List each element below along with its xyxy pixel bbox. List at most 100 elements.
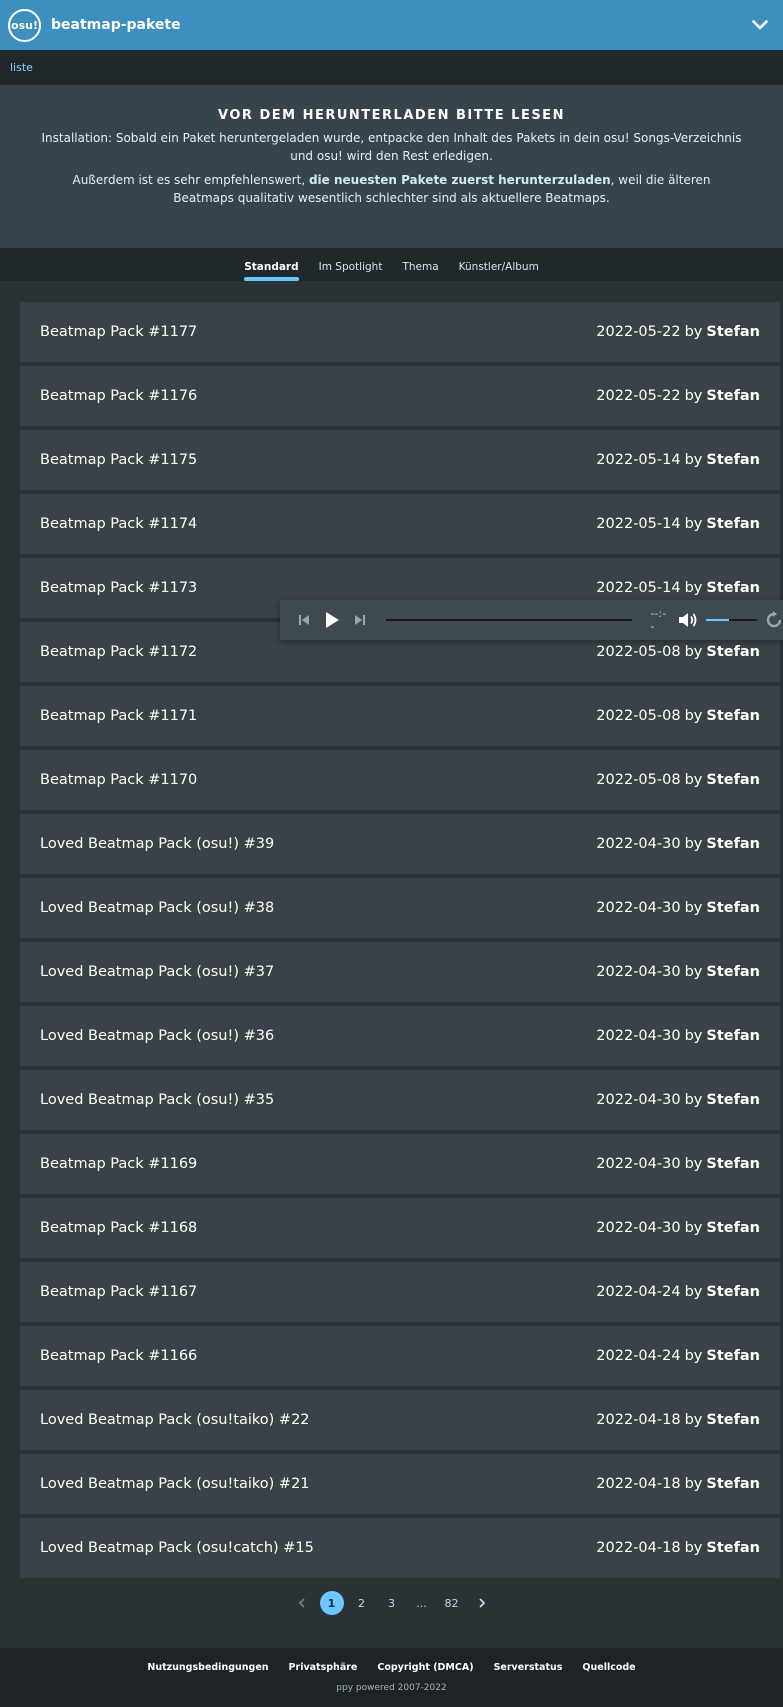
- pack-author[interactable]: Stefan: [706, 1092, 760, 1108]
- footer: Nutzungsbedingungen Privatsphäre Copyright…: [0, 1648, 783, 1707]
- pack-row[interactable]: Beatmap Pack #1176 2022-05-22 by Stefan: [20, 366, 780, 426]
- pack-meta: 2022-04-24 by Stefan: [596, 1348, 760, 1364]
- pack-by: by: [684, 1476, 703, 1492]
- play-icon[interactable]: [324, 611, 340, 629]
- pack-author[interactable]: Stefan: [706, 580, 760, 596]
- pack-by: by: [684, 452, 703, 468]
- page-section-title: beatmap-pakete: [51, 17, 181, 33]
- pack-row[interactable]: Beatmap Pack #1166 2022-04-24 by Stefan: [20, 1326, 780, 1386]
- pack-meta: 2022-05-08 by Stefan: [596, 772, 760, 788]
- pack-date: 2022-04-18: [596, 1540, 681, 1556]
- pack-author[interactable]: Stefan: [706, 1156, 760, 1172]
- tab-thema[interactable]: Thema: [392, 261, 448, 281]
- pack-name: Loved Beatmap Pack (osu!) #37: [40, 964, 275, 980]
- pack-name: Beatmap Pack #1174: [40, 516, 198, 532]
- pack-meta: 2022-04-30 by Stefan: [596, 900, 760, 916]
- skip-back-icon[interactable]: [298, 614, 310, 626]
- breadcrumb: liste: [0, 50, 783, 85]
- pack-author[interactable]: Stefan: [706, 452, 760, 468]
- pack-row[interactable]: Beatmap Pack #1171 2022-05-08 by Stefan: [20, 686, 780, 746]
- tab-im-spotlight[interactable]: Im Spotlight: [309, 261, 393, 281]
- pack-author[interactable]: Stefan: [706, 900, 760, 916]
- pack-author[interactable]: Stefan: [706, 708, 760, 724]
- pack-author[interactable]: Stefan: [706, 1284, 760, 1300]
- pack-author[interactable]: Stefan: [706, 324, 760, 340]
- pack-meta: 2022-05-14 by Stefan: [596, 452, 760, 468]
- pack-author[interactable]: Stefan: [706, 1348, 760, 1364]
- page-link[interactable]: 1: [319, 1591, 344, 1615]
- osu-logo[interactable]: osu!: [8, 8, 41, 42]
- pack-author[interactable]: Stefan: [706, 772, 760, 788]
- notice-heading: VOR DEM HERUNTERLADEN BITTE LESEN: [218, 108, 565, 123]
- pack-name: Loved Beatmap Pack (osu!catch) #15: [40, 1540, 314, 1556]
- tab-standard[interactable]: Standard: [234, 261, 308, 281]
- footer-link-quellcode[interactable]: Quellcode: [582, 1662, 635, 1673]
- pack-row[interactable]: Loved Beatmap Pack (osu!catch) #15 2022-0…: [20, 1518, 780, 1578]
- pack-name: Loved Beatmap Pack (osu!) #39: [40, 836, 275, 852]
- pack-row[interactable]: Beatmap Pack #1175 2022-05-14 by Stefan: [20, 430, 780, 490]
- footer-link-copyright-dmca[interactable]: Copyright (DMCA): [377, 1662, 473, 1673]
- pack-row[interactable]: Loved Beatmap Pack (osu!taiko) #21 2022-0…: [20, 1454, 780, 1514]
- pack-date: 2022-05-14: [596, 452, 681, 468]
- pack-date: 2022-04-18: [596, 1412, 681, 1428]
- pack-author[interactable]: Stefan: [706, 1476, 760, 1492]
- pack-row[interactable]: Beatmap Pack #1167 2022-04-24 by Stefan: [20, 1262, 780, 1322]
- playback-progress-bar[interactable]: [386, 619, 633, 621]
- pack-row[interactable]: Loved Beatmap Pack (osu!) #38 2022-04-30 b…: [20, 878, 780, 938]
- pack-meta: 2022-05-14 by Stefan: [596, 516, 760, 532]
- pack-row[interactable]: Loved Beatmap Pack (osu!taiko) #22 2022-0…: [20, 1390, 780, 1450]
- pack-author[interactable]: Stefan: [706, 644, 760, 660]
- pack-date: 2022-05-14: [596, 516, 681, 532]
- chevron-down-icon[interactable]: [747, 12, 773, 38]
- pack-by: by: [684, 1348, 703, 1364]
- pack-author[interactable]: Stefan: [706, 1220, 760, 1236]
- pack-row[interactable]: Loved Beatmap Pack (osu!) #37 2022-04-30 b…: [20, 942, 780, 1002]
- pack-by: by: [684, 836, 703, 852]
- pack-meta: 2022-04-24 by Stefan: [596, 1284, 760, 1300]
- tab-k-nstler-album[interactable]: Künstler/Album: [449, 261, 549, 281]
- pack-meta: 2022-04-30 by Stefan: [596, 836, 760, 852]
- chevron-right-icon[interactable]: [470, 1591, 494, 1615]
- pack-author[interactable]: Stefan: [706, 388, 760, 404]
- pack-author[interactable]: Stefan: [706, 1412, 760, 1428]
- footer-link-serverstatus[interactable]: Serverstatus: [494, 1662, 563, 1673]
- pack-by: by: [684, 516, 703, 532]
- pack-name: Beatmap Pack #1171: [40, 708, 198, 724]
- top-bar: osu! beatmap-pakete: [0, 0, 783, 50]
- page-ellipsis: ...: [416, 1596, 427, 1610]
- footer-link-privatsph-re[interactable]: Privatsphäre: [289, 1662, 358, 1673]
- pack-row[interactable]: Loved Beatmap Pack (osu!) #35 2022-04-30 b…: [20, 1070, 780, 1130]
- pack-name: Beatmap Pack #1170: [40, 772, 198, 788]
- pack-meta: 2022-04-30 by Stefan: [596, 1092, 760, 1108]
- repeat-icon[interactable]: [765, 611, 783, 629]
- pack-by: by: [684, 1220, 703, 1236]
- chevron-left-icon[interactable]: [290, 1591, 314, 1615]
- pack-row[interactable]: Loved Beatmap Pack (osu!) #39 2022-04-30 b…: [20, 814, 780, 874]
- pack-author[interactable]: Stefan: [706, 1540, 760, 1556]
- pack-row[interactable]: Beatmap Pack #1169 2022-04-30 by Stefan: [20, 1134, 780, 1194]
- pack-row[interactable]: Beatmap Pack #1174 2022-05-14 by Stefan: [20, 494, 780, 554]
- pack-author[interactable]: Stefan: [706, 964, 760, 980]
- pack-row[interactable]: Loved Beatmap Pack (osu!) #36 2022-04-30 b…: [20, 1006, 780, 1066]
- page-link[interactable]: 82: [440, 1591, 464, 1615]
- breadcrumb-item-liste[interactable]: liste: [10, 61, 33, 74]
- volume-slider[interactable]: [705, 619, 757, 621]
- pack-row[interactable]: Beatmap Pack #1177 2022-05-22 by Stefan: [20, 302, 780, 362]
- page-link[interactable]: 3: [380, 1591, 404, 1615]
- pack-by: by: [684, 1028, 703, 1044]
- volume-icon[interactable]: [678, 612, 698, 628]
- pack-author[interactable]: Stefan: [706, 836, 760, 852]
- notice-text-start: Außerdem ist es sehr empfehlenswert,: [72, 173, 309, 187]
- pack-meta: 2022-04-30 by Stefan: [596, 1028, 760, 1044]
- pack-author[interactable]: Stefan: [706, 516, 760, 532]
- page-link[interactable]: 2: [350, 1591, 374, 1615]
- pack-date: 2022-04-30: [596, 900, 681, 916]
- pack-meta: 2022-04-30 by Stefan: [596, 1220, 760, 1236]
- pack-row[interactable]: Beatmap Pack #1168 2022-04-30 by Stefan: [20, 1198, 780, 1258]
- footer-link-nutzungsbedingungen[interactable]: Nutzungsbedingungen: [147, 1662, 268, 1673]
- pack-author[interactable]: Stefan: [706, 1028, 760, 1044]
- skip-forward-icon[interactable]: [354, 614, 366, 626]
- pack-row[interactable]: Beatmap Pack #1170 2022-05-08 by Stefan: [20, 750, 780, 810]
- pack-date: 2022-04-30: [596, 1028, 681, 1044]
- pack-date: 2022-05-22: [596, 388, 681, 404]
